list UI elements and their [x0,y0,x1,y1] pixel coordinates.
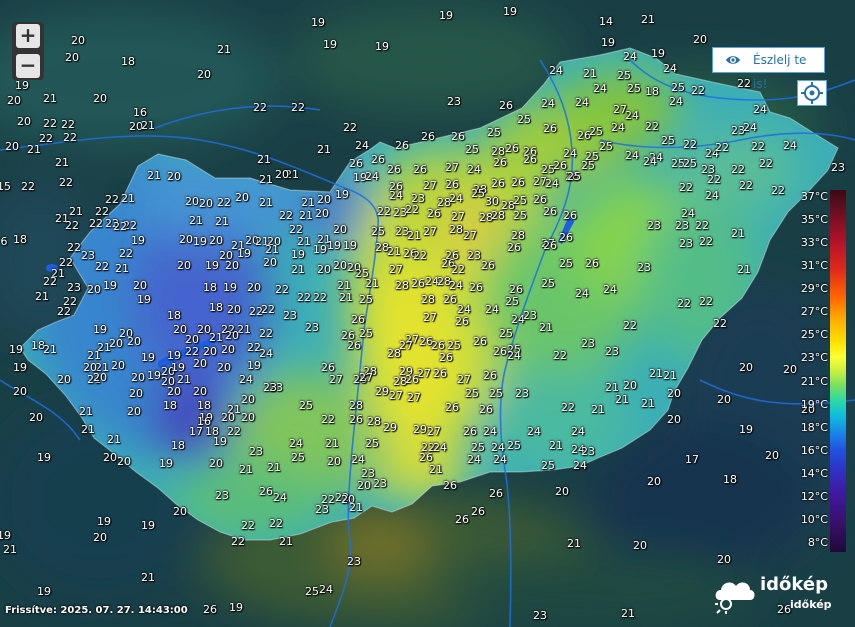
legend-label: 16°C [800,443,828,457]
legend-label: 10°C [800,512,828,526]
legend-label: 21°C [800,374,828,388]
updated-timestamp: Frissítve: 2025. 07. 27. 14:43:00 [5,605,188,616]
observe-button[interactable]: Észlelj te is! [712,47,825,91]
zoom-out-button[interactable]: − [16,54,40,78]
legend-label: 23°C [800,351,828,365]
locate-button[interactable] [797,80,827,106]
logo-text: időkép [760,574,829,595]
legend-label: 33°C [800,236,828,250]
legend-label: 19°C [800,397,828,411]
idokep-logo: időkép időkép [712,568,852,620]
crosshair-icon [801,82,823,104]
legend-label: 29°C [800,282,828,296]
temperature-legend: 37°C 35°C 33°C 31°C 29°C 27°C 25°C 23°C 21°C 19°C… [800,190,848,552]
legend-label: 37°C [800,190,828,203]
zoom-control: + − [12,22,44,80]
weather-map[interactable]: 1919191421202119191920202018242419241920… [0,0,855,627]
logo-text-small: időkép [790,598,832,611]
legend-label: 12°C [800,489,828,503]
legend-label: 35°C [800,213,828,227]
legend-label: 27°C [800,305,828,319]
sun-cloud-icon [715,582,755,614]
legend-color-bar [830,190,846,552]
eye-icon [726,56,740,64]
map-background [0,0,855,627]
zoom-in-button[interactable]: + [16,24,40,48]
legend-label: 18°C [800,420,828,434]
legend-label: 25°C [800,328,828,342]
legend-label: 14°C [800,466,828,480]
legend-label: 31°C [800,259,828,273]
legend-label: 8°C [807,536,828,549]
